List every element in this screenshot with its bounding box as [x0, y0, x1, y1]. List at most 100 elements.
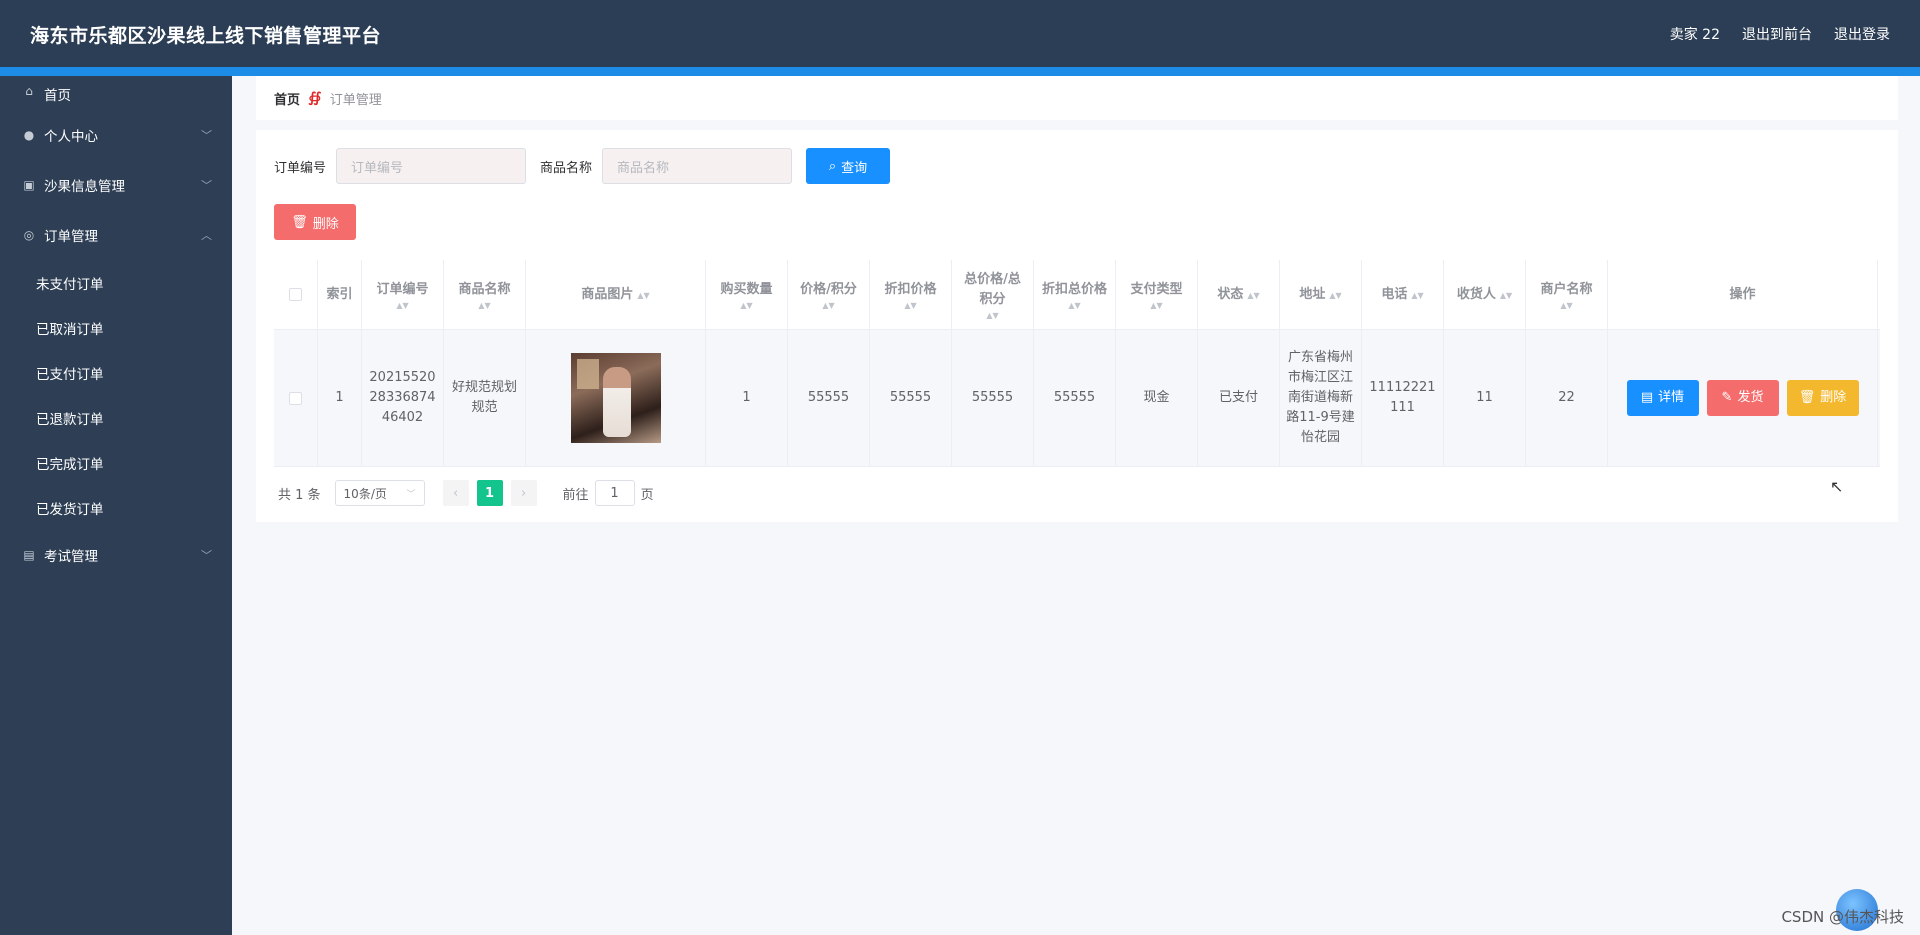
sidebar-item-label: 首页 — [44, 88, 71, 104]
sidebar-item-label: 订单管理 — [44, 229, 98, 245]
sidebar: ⌂ 首页 ● 个人中心 ﹀ ▣ 沙果信息管理 ﹀ ◎ 订单管理 ︿ 未支付订单 … — [0, 76, 232, 935]
cell-merchant: 22 — [1526, 330, 1608, 466]
sort-icon: ▲▼ — [904, 300, 917, 310]
page-size-select[interactable]: 10条/页 ﹀ — [334, 480, 425, 506]
cell-image — [526, 330, 706, 466]
sidebar-item-orders[interactable]: ◎ 订单管理 ︿ — [0, 210, 232, 260]
chevron-down-icon: ﹀ — [201, 129, 212, 142]
order-table: 索引 订单编号 ▲▼ 商品名称 ▲▼ 商品图片 ▲▼ 购买数量 ▲▼ 价格/积分 ▲▼ 折… — [274, 260, 1880, 467]
sidebar-item-product-info[interactable]: ▣ 沙果信息管理 ﹀ — [0, 160, 232, 210]
row-actions: ▤ 详情 ✎ 发货 🗑 删除 — [1626, 380, 1859, 416]
header-address[interactable]: 地址 ▲▼ — [1280, 260, 1362, 329]
sidebar-subitem-unpaid[interactable]: 未支付订单 — [0, 260, 232, 305]
header-phone[interactable]: 电话 ▲▼ — [1362, 260, 1444, 329]
sidebar-item-exam[interactable]: ▤ 考试管理 ﹀ — [0, 530, 232, 580]
sort-icon: ▲▼ — [1411, 290, 1424, 300]
batch-delete-button[interactable]: 🗑 删除 — [274, 204, 356, 240]
header-order-no[interactable]: 订单编号 ▲▼ — [362, 260, 444, 329]
cell-product: 好规范规划规范 — [444, 330, 526, 466]
header-merchant[interactable]: 商户名称 ▲▼ — [1526, 260, 1608, 329]
sort-icon: ▲▼ — [637, 290, 650, 300]
row-checkbox[interactable] — [289, 391, 302, 405]
query-button[interactable]: ⌕ 查询 — [806, 148, 891, 184]
header-total[interactable]: 总价格/总积分 ▲▼ — [952, 260, 1034, 329]
sidebar-item-home[interactable]: ⌂ 首页 — [0, 76, 232, 110]
row-select-cell — [274, 330, 318, 466]
sidebar-item-label: 沙果信息管理 — [44, 179, 125, 195]
sort-icon: ▲▼ — [822, 300, 835, 310]
current-user: 卖家 22 — [1669, 27, 1720, 43]
pagination: 共 1 条 10条/页 ﹀ ‹ 1 › 前往 1 页 — [278, 480, 654, 506]
cell-discount-total: 55555 — [1034, 330, 1116, 466]
header-image[interactable]: 商品图片 ▲▼ — [526, 260, 706, 329]
cell-pay-type: 现金 — [1116, 330, 1198, 466]
header-receiver[interactable]: 收货人 ▲▼ — [1444, 260, 1526, 329]
sort-icon: ▲▼ — [1247, 290, 1260, 300]
cell-order-no: 202155202833687446402 — [362, 330, 444, 466]
header-index[interactable]: 索引 — [318, 260, 362, 329]
search-form: 订单编号 订单编号 商品名称 商品名称 ⌕ 查询 — [274, 148, 891, 184]
product-image[interactable] — [570, 353, 661, 443]
sidebar-subitem-cancelled[interactable]: 已取消订单 — [0, 305, 232, 350]
sort-icon: ▲▼ — [1068, 300, 1081, 310]
order-no-label: 订单编号 — [274, 160, 327, 176]
cell-address: 广东省梅州市梅江区江南街道梅新路11-9号建怡花园 — [1280, 330, 1362, 466]
table-row: 1 202155202833687446402 好规范规划规范 1 55555 … — [274, 330, 1880, 467]
header-product[interactable]: 商品名称 ▲▼ — [444, 260, 526, 329]
clipboard-icon: ▤ — [23, 548, 35, 562]
sort-icon: ▲▼ — [1329, 290, 1342, 300]
goto-suffix: 页 — [640, 487, 654, 503]
product-name-label: 商品名称 — [540, 160, 593, 176]
header-discount-total[interactable]: 折扣总价格 ▲▼ — [1034, 260, 1116, 329]
breadcrumb-current: 订单管理 — [329, 92, 382, 108]
prev-page-button[interactable]: ‹ — [442, 480, 469, 506]
goto-page-input[interactable]: 1 — [594, 480, 635, 506]
sidebar-item-profile[interactable]: ● 个人中心 ﹀ — [0, 110, 232, 160]
mouse-cursor-icon: ↖ — [1830, 477, 1844, 496]
sidebar-subitem-completed[interactable]: 已完成订单 — [0, 440, 232, 485]
ship-button[interactable]: ✎ 发货 — [1706, 380, 1779, 416]
sidebar-subitem-shipped[interactable]: 已发货订单 — [0, 485, 232, 530]
cell-status: 已支付 — [1198, 330, 1280, 466]
table-header: 索引 订单编号 ▲▼ 商品名称 ▲▼ 商品图片 ▲▼ 购买数量 ▲▼ 价格/积分 ▲▼ 折… — [274, 260, 1880, 330]
sidebar-subitem-paid[interactable]: 已支付订单 — [0, 350, 232, 395]
query-button-label: 查询 — [841, 160, 868, 176]
cell-phone: 11112221111 — [1362, 330, 1444, 466]
header-price[interactable]: 价格/积分 ▲▼ — [788, 260, 870, 329]
sort-icon: ▲▼ — [986, 310, 999, 320]
pagination-total: 共 1 条 — [278, 487, 321, 503]
chevron-up-icon: ︿ — [201, 229, 212, 242]
row-delete-button[interactable]: 🗑 删除 — [1786, 380, 1859, 416]
page-number-current[interactable]: 1 — [476, 480, 503, 506]
top-header: 海东市乐都区沙果线上线下销售管理平台 卖家 22 退出到前台 退出登录 — [0, 0, 1920, 68]
order-icon: ◎ — [23, 228, 35, 242]
header-accent-bar — [0, 67, 1920, 76]
sort-icon: ▲▼ — [1499, 290, 1513, 300]
header-qty[interactable]: 购买数量 ▲▼ — [706, 260, 788, 329]
search-icon: ⌕ — [828, 158, 837, 174]
sidebar-subitem-refunded[interactable]: 已退款订单 — [0, 395, 232, 440]
header-pay-type[interactable]: 支付类型 ▲▼ — [1116, 260, 1198, 329]
product-name-input[interactable]: 商品名称 — [602, 148, 793, 184]
header-discount-price[interactable]: 折扣价格 ▲▼ — [870, 260, 952, 329]
breadcrumb-separator-icon: ∯ — [308, 90, 322, 106]
breadcrumb-home[interactable]: 首页 — [274, 89, 300, 108]
cell-total: 55555 — [952, 330, 1034, 466]
back-to-front-link[interactable]: 退出到前台 — [1742, 24, 1812, 44]
user-icon: ● — [23, 128, 35, 142]
logout-link[interactable]: 退出登录 — [1834, 24, 1890, 44]
select-all-checkbox[interactable] — [289, 288, 302, 301]
watermark: CSDN @伟杰科技 — [1781, 908, 1904, 926]
header-actions: 操作 — [1608, 260, 1878, 329]
cell-actions: ▤ 详情 ✎ 发货 🗑 删除 — [1608, 330, 1878, 466]
app-title: 海东市乐都区沙果线上线下销售管理平台 — [30, 24, 382, 47]
sort-icon: ▲▼ — [1150, 300, 1163, 310]
order-no-input[interactable]: 订单编号 — [336, 148, 527, 184]
next-page-button[interactable]: › — [510, 480, 537, 506]
cell-discount-price: 55555 — [870, 330, 952, 466]
header-status[interactable]: 状态 ▲▼ — [1198, 260, 1280, 329]
select-all-cell — [274, 260, 318, 329]
detail-button[interactable]: ▤ 详情 — [1626, 380, 1699, 416]
trash-icon: 🗑 — [291, 214, 308, 230]
cell-receiver: 11 — [1444, 330, 1526, 466]
